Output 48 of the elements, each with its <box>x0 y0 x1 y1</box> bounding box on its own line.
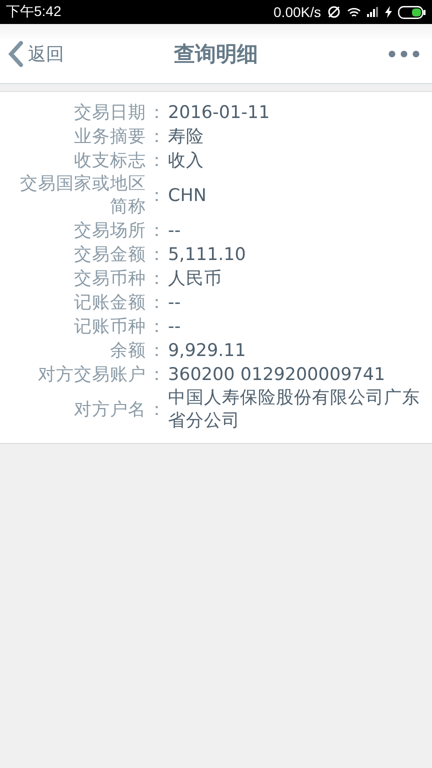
field-value: 收入 <box>168 150 205 172</box>
field-value: -- <box>168 292 182 314</box>
field-label: 对方户名 <box>73 398 146 422</box>
more-icon <box>388 50 420 58</box>
colon: ： <box>147 150 167 172</box>
field-value: 360200 0129200009741 <box>168 364 386 386</box>
field-label: 余额 <box>109 340 146 362</box>
field-label: 交易币种 <box>73 268 146 290</box>
alarm-off-icon <box>327 5 341 19</box>
network-speed: 0.00K/s <box>274 4 321 20</box>
field-label: 记账金额 <box>73 292 146 314</box>
field-label: 交易金额 <box>73 244 146 266</box>
colon: ： <box>147 184 167 208</box>
battery-icon <box>398 6 426 18</box>
page-title: 查询明细 <box>174 40 258 68</box>
field-value: 中国人寿保险股份有限公司广东省分公司 <box>168 387 421 433</box>
field-label: 对方交易账户 <box>37 364 146 386</box>
colon: ： <box>147 126 167 148</box>
back-button[interactable]: 返回 <box>8 40 64 66</box>
field-value: 人民币 <box>168 268 223 290</box>
field-value: 9,929.11 <box>168 340 247 362</box>
field-value: -- <box>168 316 182 338</box>
wifi-icon <box>347 6 361 18</box>
field-value: -- <box>168 220 182 242</box>
colon: ： <box>147 316 167 338</box>
field-label: 交易国家或地区简称 <box>19 173 146 219</box>
colon: ： <box>147 220 167 242</box>
field-label: 收支标志 <box>73 150 146 172</box>
colon: ： <box>147 292 167 314</box>
field-value: 2016-01-11 <box>168 102 271 124</box>
field-label: 交易场所 <box>73 220 146 242</box>
colon: ： <box>147 398 167 422</box>
field-value: CHN <box>168 184 208 208</box>
status-time: 下午5:42 <box>6 3 62 21</box>
field-value: 5,111.10 <box>168 244 247 266</box>
colon: ： <box>147 268 167 290</box>
field-label: 记账币种 <box>73 316 146 338</box>
field-value: 寿险 <box>168 126 205 148</box>
colon: ： <box>147 340 167 362</box>
field-label: 业务摘要 <box>73 126 146 148</box>
chevron-left-icon <box>8 40 24 66</box>
signal-icon <box>367 7 379 17</box>
colon: ： <box>147 244 167 266</box>
colon: ： <box>147 364 167 386</box>
more-button[interactable] <box>388 50 420 58</box>
charging-icon <box>385 6 392 18</box>
field-label: 交易日期 <box>73 102 146 124</box>
colon: ： <box>147 102 167 124</box>
